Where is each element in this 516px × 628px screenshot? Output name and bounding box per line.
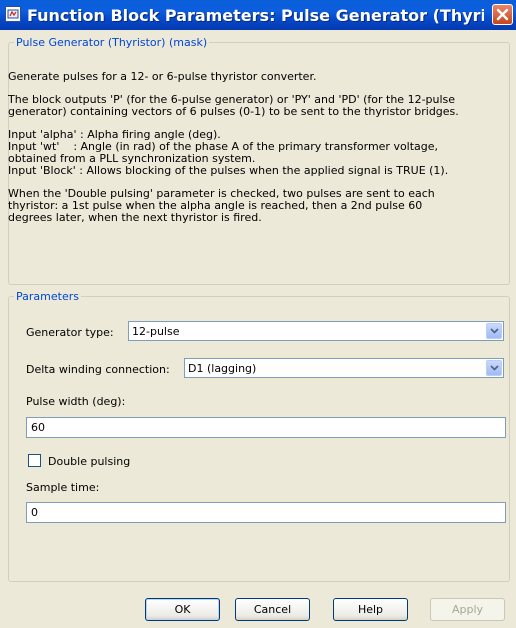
description-paragraph: When the 'Double pulsing' parameter is c… <box>8 188 510 224</box>
dropdown-button[interactable] <box>486 323 502 339</box>
pulse-width-label: Pulse width (deg): <box>26 395 126 408</box>
mask-legend: Pulse Generator (Thyristor) (mask) <box>16 36 208 49</box>
dropdown-button[interactable] <box>486 360 502 376</box>
generator-type-select[interactable]: 12-pulse <box>128 321 504 341</box>
pulse-width-value: 60 <box>31 421 45 434</box>
generator-type-label: Generator type: <box>26 326 114 339</box>
apply-button[interactable]: Apply <box>430 598 505 621</box>
sample-time-label: Sample time: <box>26 481 100 494</box>
description-line: Generate pulses for a 12- or 6-pulse thy… <box>8 70 317 83</box>
chevron-down-icon <box>490 328 499 334</box>
cancel-button[interactable]: Cancel <box>235 598 310 621</box>
description-line: Input 'Block' : Allows blocking of the p… <box>8 164 449 177</box>
delta-winding-select[interactable]: D1 (lagging) <box>184 358 504 378</box>
double-pulsing-checkbox[interactable] <box>28 454 41 467</box>
description-line: degrees later, when the next thyristor i… <box>8 211 262 224</box>
help-button[interactable]: Help <box>333 598 408 621</box>
description-paragraph: Input 'alpha' : Alpha firing angle (deg)… <box>8 129 510 177</box>
description-paragraph: The block outputs 'P' (for the 6-pulse g… <box>8 94 510 118</box>
generator-type-value: 12-pulse <box>132 325 180 338</box>
dialog-window: Function Block Parameters: Pulse Generat… <box>0 0 516 628</box>
sample-time-input[interactable]: 0 <box>26 502 506 523</box>
sample-time-value: 0 <box>31 506 38 519</box>
parameters-legend: Parameters <box>16 290 79 303</box>
chevron-down-icon <box>490 365 499 371</box>
description-line: generator) containing vectors of 6 pulse… <box>8 105 459 118</box>
double-pulsing-label[interactable]: Double pulsing <box>48 455 130 468</box>
close-icon <box>496 8 509 21</box>
window-title: Function Block Parameters: Pulse Generat… <box>27 6 484 25</box>
pulse-width-input[interactable]: 60 <box>26 417 506 438</box>
title-bar[interactable]: Function Block Parameters: Pulse Generat… <box>0 0 516 30</box>
description-paragraph: Generate pulses for a 12- or 6-pulse thy… <box>8 71 510 83</box>
close-button[interactable] <box>492 4 513 25</box>
ok-button[interactable]: OK <box>145 598 220 621</box>
simulink-block-icon <box>5 6 21 22</box>
mask-description: Generate pulses for a 12- or 6-pulse thy… <box>8 71 510 235</box>
delta-winding-value: D1 (lagging) <box>188 362 257 375</box>
delta-winding-label: Delta winding connection: <box>26 363 170 376</box>
